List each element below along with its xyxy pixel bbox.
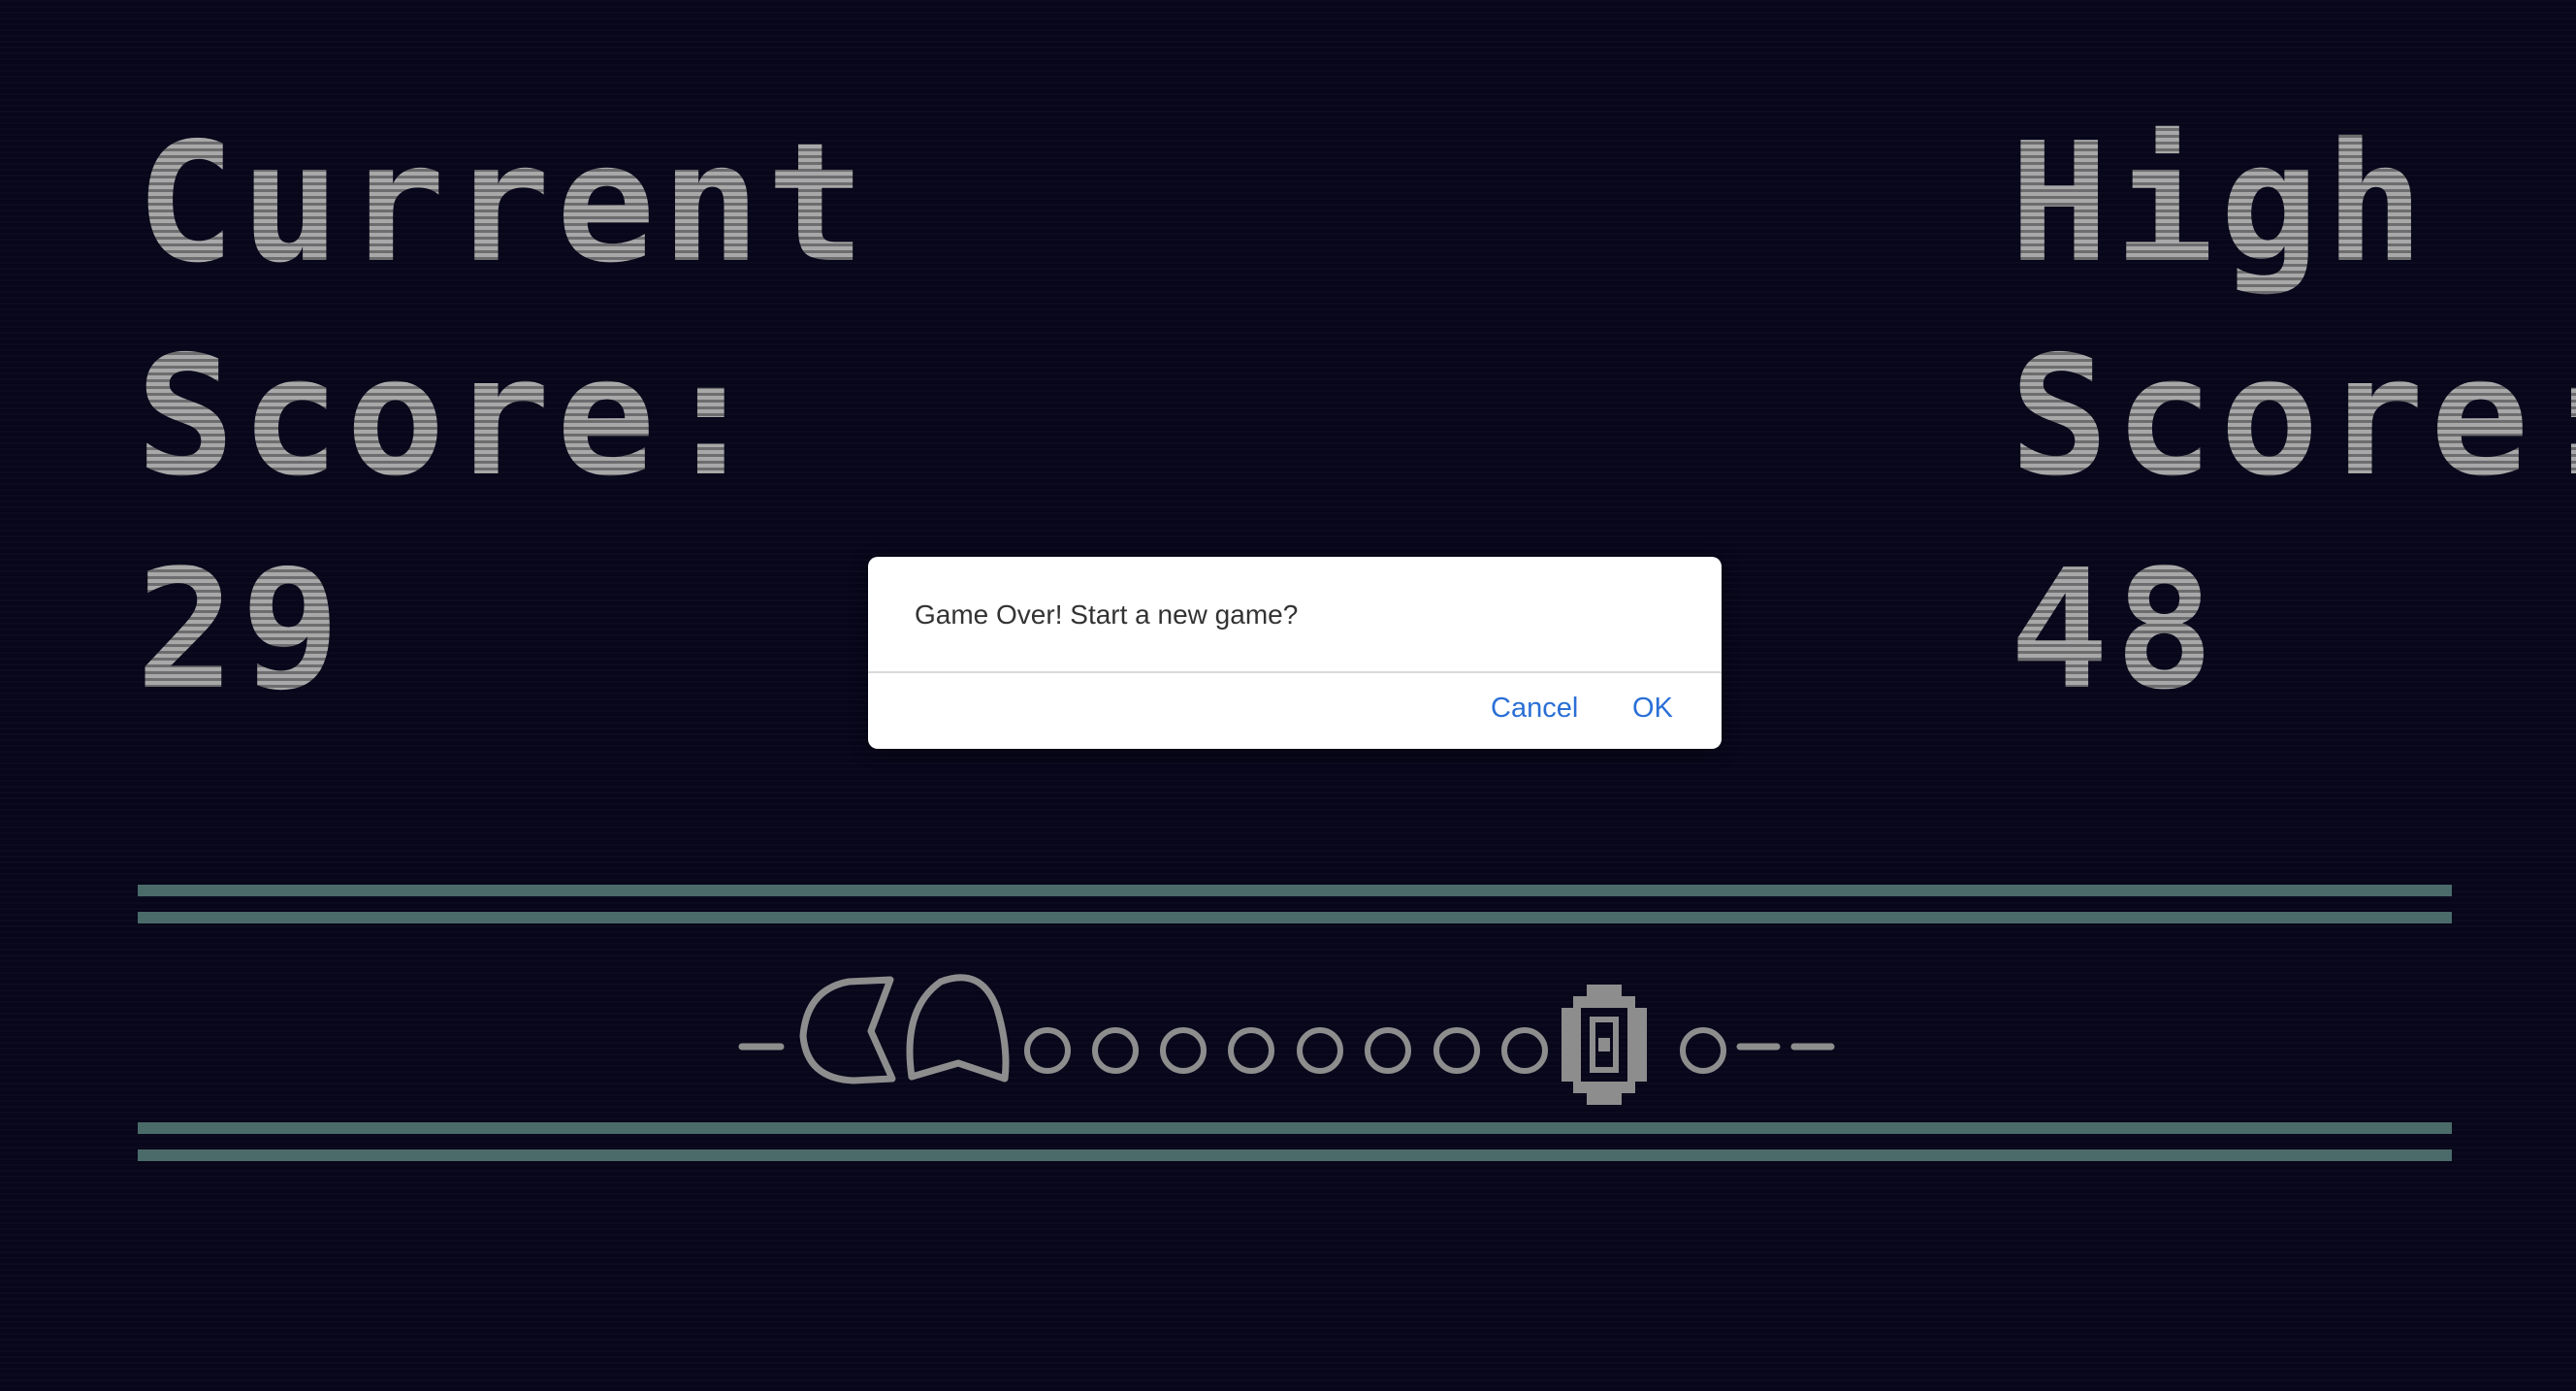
cancel-button[interactable]: Cancel: [1491, 693, 1578, 725]
pellet-icon: [1160, 1027, 1207, 1074]
game-over-dialog: Game Over! Start a new game? Cancel OK: [868, 557, 1722, 749]
ok-button[interactable]: OK: [1632, 693, 1673, 725]
pellet-icon: [1365, 1027, 1411, 1074]
pacman-icon: [799, 976, 896, 1084]
track-top-rail-inner: [138, 912, 2452, 923]
pellet-icon: [1680, 1027, 1726, 1074]
current-score-value: 29: [136, 534, 346, 727]
pellet-icon: [1501, 1027, 1548, 1074]
high-score-value: 48: [2010, 534, 2220, 727]
current-score-label-line2: Score:: [136, 321, 767, 513]
current-score-label-line1: Current: [136, 108, 872, 300]
pellet-row: [1024, 1027, 1726, 1074]
pellet-icon: [1228, 1027, 1274, 1074]
track-bottom-rail-inner: [138, 1122, 2452, 1134]
track-top-rail-outer: [138, 885, 2452, 896]
dialog-message: Game Over! Start a new game?: [915, 599, 1299, 630]
dialog-divider: [868, 671, 1722, 673]
high-score-label-line2: Score:: [2010, 321, 2535, 513]
high-score-label-line1: High: [2010, 108, 2431, 300]
pellet-icon: [1433, 1027, 1480, 1074]
pellet-icon: [1024, 1027, 1071, 1074]
pellet-icon: [1297, 1027, 1343, 1074]
power-pellet-icon: [1562, 985, 1647, 1105]
track-bottom-rail-outer: [138, 1149, 2452, 1161]
high-score: High Score: 48: [2010, 97, 2576, 737]
current-score: Current Score: 29: [136, 97, 871, 737]
ghost-icon: [906, 974, 1010, 1083]
pellet-icon: [1092, 1027, 1139, 1074]
